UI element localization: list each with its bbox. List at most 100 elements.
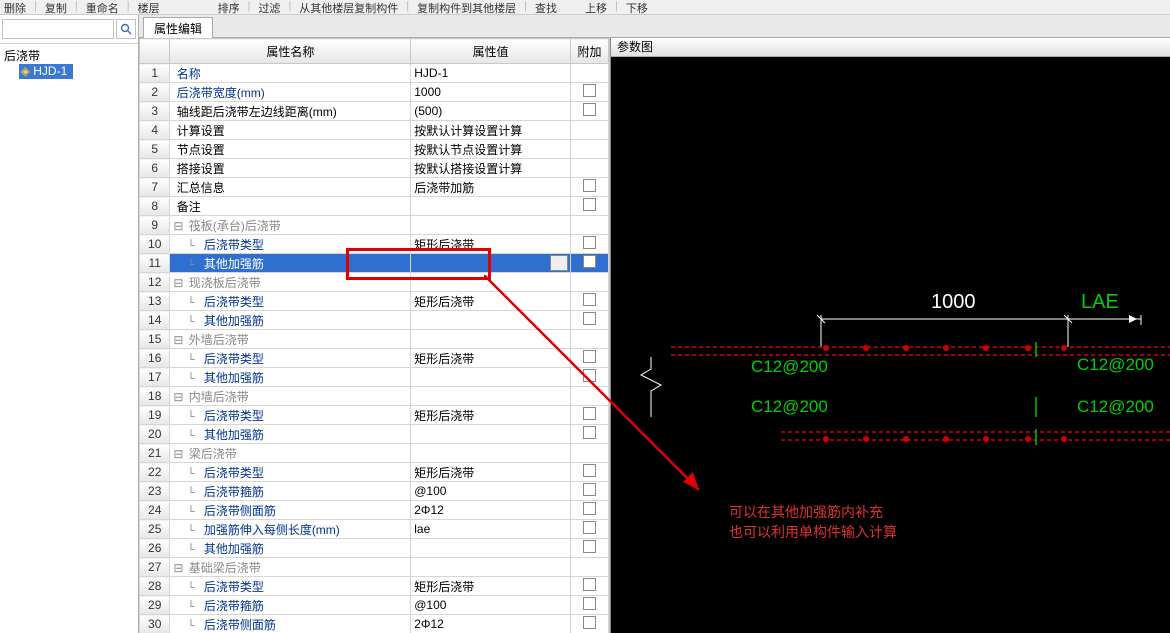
cell-name[interactable]: └ 其他加强筋 xyxy=(170,311,411,330)
checkbox-icon[interactable] xyxy=(583,407,596,420)
cell-name[interactable]: └ 其他加强筋 xyxy=(170,254,411,273)
preview-canvas[interactable]: 1000 LAE C12@200 C12@200 C12@200 C12@200 xyxy=(611,57,1170,633)
cell-name[interactable]: └ 后浇带类型 xyxy=(170,463,411,482)
cell-attach[interactable] xyxy=(570,501,608,520)
cell-value[interactable]: lae xyxy=(411,520,571,539)
cell-attach[interactable] xyxy=(570,596,608,615)
checkbox-icon[interactable] xyxy=(583,350,596,363)
cell-attach[interactable] xyxy=(570,102,608,121)
cell-name[interactable]: 计算设置 xyxy=(170,121,411,140)
cell-value[interactable]: (500) xyxy=(411,102,571,121)
cell-name[interactable]: └ 其他加强筋 xyxy=(170,539,411,558)
grid-row[interactable]: 24└ 后浇带侧面筋2Φ12 xyxy=(140,501,609,520)
cell-name[interactable]: ⊟ 外墙后浇带 xyxy=(170,330,411,349)
grid-row[interactable]: 27⊟ 基础梁后浇带 xyxy=(140,558,609,577)
grid-row[interactable]: 1 名称HJD-1 xyxy=(140,64,609,83)
cell-attach[interactable] xyxy=(570,425,608,444)
column-value[interactable]: 属性值 xyxy=(411,39,571,64)
grid-row[interactable]: 17└ 其他加强筋 xyxy=(140,368,609,387)
checkbox-icon[interactable] xyxy=(583,597,596,610)
toolbar-item[interactable]: 重命名 xyxy=(86,0,119,15)
toolbar-item[interactable]: 排序 xyxy=(218,0,240,15)
cell-attach[interactable] xyxy=(570,254,608,273)
cell-value[interactable]: 2Φ12 xyxy=(411,615,571,633)
cell-attach[interactable] xyxy=(570,159,608,178)
grid-row[interactable]: 30└ 后浇带侧面筋2Φ12 xyxy=(140,615,609,633)
grid-row[interactable]: 22└ 后浇带类型矩形后浇带 xyxy=(140,463,609,482)
grid-row[interactable]: 25└ 加强筋伸入每侧长度(mm)lae xyxy=(140,520,609,539)
checkbox-icon[interactable] xyxy=(583,293,596,306)
cell-name[interactable]: └ 加强筋伸入每侧长度(mm) xyxy=(170,520,411,539)
grid-row[interactable]: 15⊟ 外墙后浇带 xyxy=(140,330,609,349)
search-input[interactable] xyxy=(2,19,114,39)
cell-value[interactable] xyxy=(411,368,571,387)
grid-row[interactable]: 5 节点设置按默认节点设置计算 xyxy=(140,140,609,159)
cell-value[interactable]: HJD-1 xyxy=(411,64,571,83)
toolbar-item[interactable]: 删除 xyxy=(4,0,26,15)
cell-name[interactable]: └ 后浇带侧面筋 xyxy=(170,615,411,633)
cell-value[interactable] xyxy=(411,539,571,558)
cell-value[interactable]: 2Φ12 xyxy=(411,501,571,520)
cell-name[interactable]: 名称 xyxy=(170,64,411,83)
cell-value[interactable]: 后浇带加筋 xyxy=(411,178,571,197)
grid-row[interactable]: 11└ 其他加强筋⋯ xyxy=(140,254,609,273)
checkbox-icon[interactable] xyxy=(583,464,596,477)
cell-attach[interactable] xyxy=(570,463,608,482)
cell-name[interactable]: ⊟ 内墙后浇带 xyxy=(170,387,411,406)
cell-value[interactable]: 按默认计算设置计算 xyxy=(411,121,571,140)
grid-row[interactable]: 19└ 后浇带类型矩形后浇带 xyxy=(140,406,609,425)
grid-row[interactable]: 9⊟ 筏板(承台)后浇带 xyxy=(140,216,609,235)
grid-row[interactable]: 13└ 后浇带类型矩形后浇带 xyxy=(140,292,609,311)
checkbox-icon[interactable] xyxy=(583,198,596,211)
cell-attach[interactable] xyxy=(570,368,608,387)
property-grid[interactable]: 属性名称 属性值 附加 1 名称HJD-12 后浇带宽度(mm)10003 轴线… xyxy=(139,38,610,633)
checkbox-icon[interactable] xyxy=(583,540,596,553)
cell-attach[interactable] xyxy=(570,577,608,596)
more-button[interactable]: ⋯ xyxy=(550,255,568,271)
cell-value[interactable]: @100 xyxy=(411,482,571,501)
cell-attach[interactable] xyxy=(570,482,608,501)
grid-row[interactable]: 7 汇总信息后浇带加筋 xyxy=(140,178,609,197)
checkbox-icon[interactable] xyxy=(583,103,596,116)
toolbar-item[interactable]: 上移 xyxy=(585,0,607,15)
cell-value[interactable]: 矩形后浇带 xyxy=(411,463,571,482)
cell-value[interactable] xyxy=(411,197,571,216)
cell-attach[interactable] xyxy=(570,64,608,83)
checkbox-icon[interactable] xyxy=(583,502,596,515)
cell-name[interactable]: └ 后浇带类型 xyxy=(170,235,411,254)
cell-name[interactable]: 汇总信息 xyxy=(170,178,411,197)
cell-name[interactable]: └ 后浇带类型 xyxy=(170,292,411,311)
grid-row[interactable]: 6 搭接设置按默认搭接设置计算 xyxy=(140,159,609,178)
checkbox-icon[interactable] xyxy=(583,179,596,192)
tree-item-hjd1[interactable]: ◈ HJD-1 xyxy=(19,64,74,79)
checkbox-icon[interactable] xyxy=(583,236,596,249)
grid-row[interactable]: 26└ 其他加强筋 xyxy=(140,539,609,558)
cell-value[interactable] xyxy=(411,311,571,330)
cell-value[interactable]: 按默认搭接设置计算 xyxy=(411,159,571,178)
cell-name[interactable]: ⊟ 现浇板后浇带 xyxy=(170,273,411,292)
cell-name[interactable]: └ 后浇带类型 xyxy=(170,349,411,368)
cell-attach[interactable] xyxy=(570,311,608,330)
cell-attach[interactable] xyxy=(570,121,608,140)
toolbar-item[interactable]: 楼层 xyxy=(138,0,160,15)
checkbox-icon[interactable] xyxy=(583,578,596,591)
cell-attach[interactable] xyxy=(570,349,608,368)
cell-attach[interactable] xyxy=(570,615,608,633)
checkbox-icon[interactable] xyxy=(583,426,596,439)
checkbox-icon[interactable] xyxy=(583,616,596,629)
cell-attach[interactable] xyxy=(570,140,608,159)
toolbar-item[interactable]: 复制 xyxy=(45,0,67,15)
column-attach[interactable]: 附加 xyxy=(570,39,608,64)
toolbar-item[interactable]: 从其他楼层复制构件 xyxy=(299,0,398,15)
toolbar-item[interactable]: 下移 xyxy=(626,0,648,15)
cell-value[interactable]: 矩形后浇带 xyxy=(411,235,571,254)
cell-value[interactable]: 矩形后浇带 xyxy=(411,292,571,311)
cell-attach[interactable] xyxy=(570,520,608,539)
cell-name[interactable]: 节点设置 xyxy=(170,140,411,159)
checkbox-icon[interactable] xyxy=(583,255,596,268)
grid-row[interactable]: 14└ 其他加强筋 xyxy=(140,311,609,330)
cell-attach[interactable] xyxy=(570,83,608,102)
checkbox-icon[interactable] xyxy=(583,312,596,325)
grid-row[interactable]: 23└ 后浇带箍筋@100 xyxy=(140,482,609,501)
cell-name[interactable]: 后浇带宽度(mm) xyxy=(170,83,411,102)
